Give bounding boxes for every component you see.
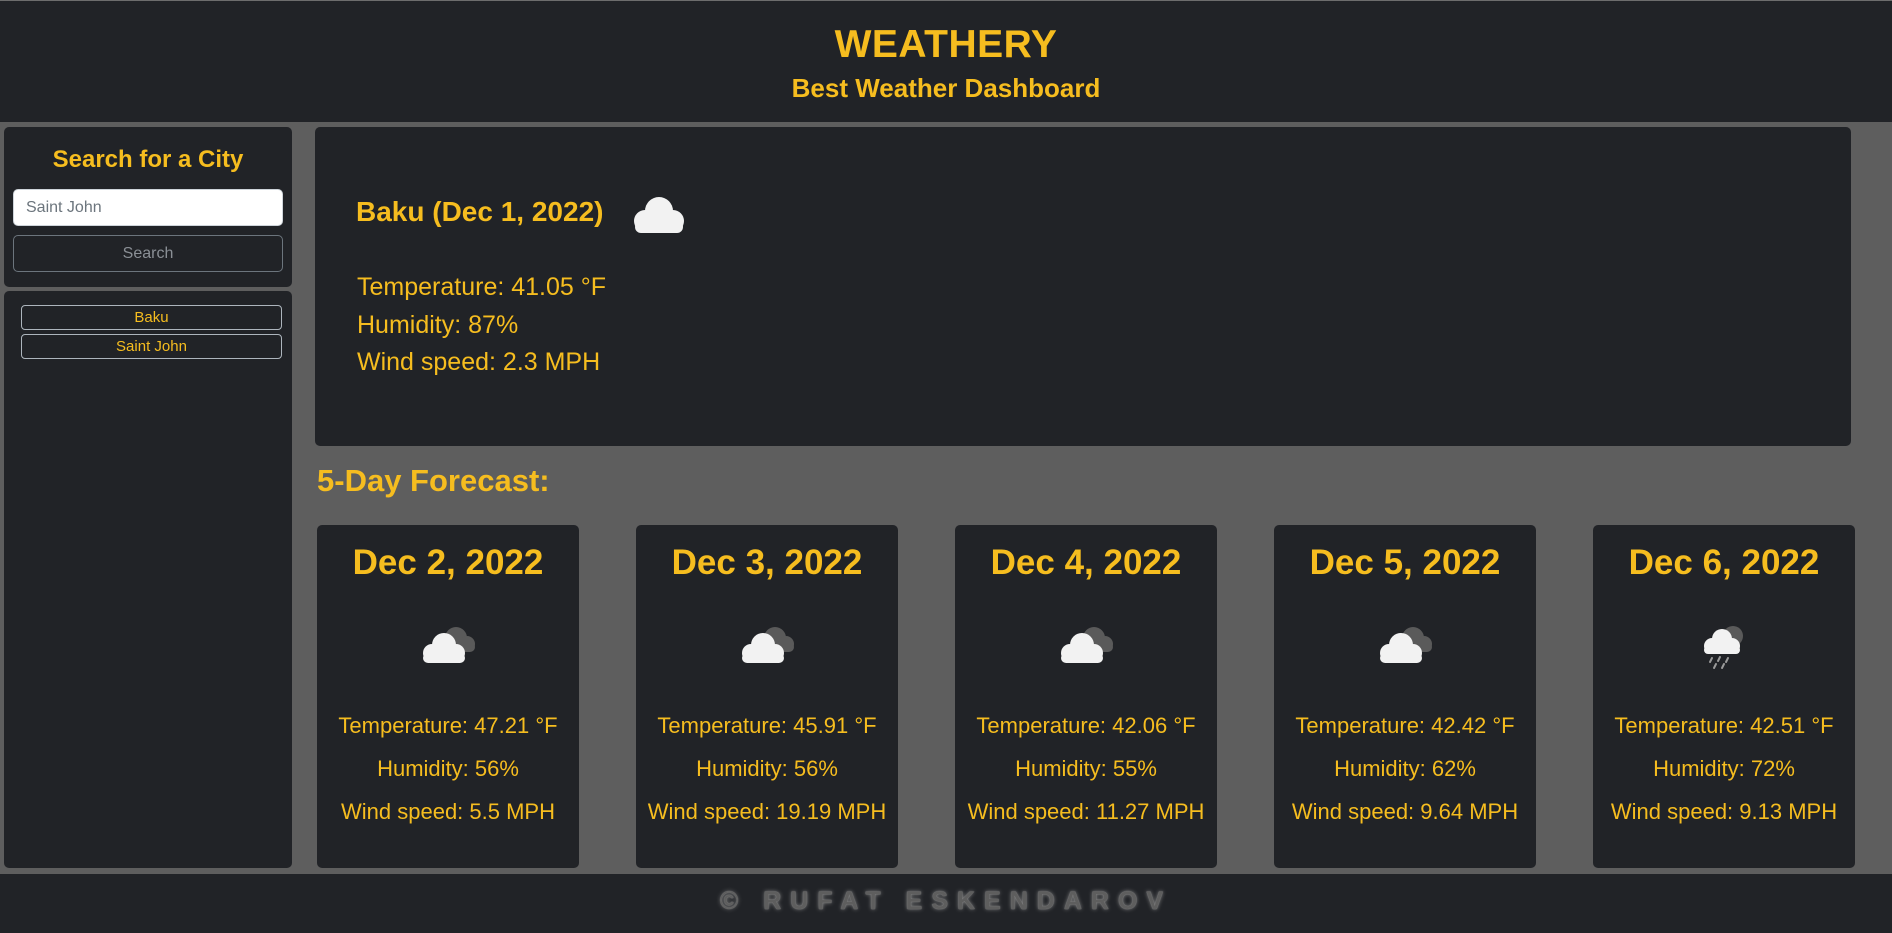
search-history-panel: Baku Saint John: [4, 291, 292, 868]
forecast-date: Dec 4, 2022: [990, 543, 1182, 582]
broken-clouds-icon: [1371, 620, 1441, 675]
forecast-temperature: Temperature: 42.51 °F: [1614, 713, 1834, 738]
forecast-wind-speed: Wind speed: 11.27 MPH: [967, 799, 1205, 824]
app-subtitle: Best Weather Dashboard: [791, 73, 1101, 103]
forecast-humidity: Humidity: 62%: [1334, 756, 1476, 781]
broken-clouds-icon: [733, 620, 803, 675]
history-item-saint-john[interactable]: Saint John: [21, 334, 282, 359]
forecast-card: Dec 4, 2022 Temperature: 42.06 °F Humidi…: [955, 525, 1217, 868]
footer-copyright: © RUFAT ESKENDAROV: [719, 887, 1173, 915]
forecast-humidity: Humidity: 72%: [1653, 756, 1795, 781]
forecast-wind-speed: Wind speed: 5.5 MPH: [341, 799, 555, 824]
forecast-wind-speed: Wind speed: 9.64 MPH: [1291, 799, 1519, 824]
forecast-date: Dec 6, 2022: [1628, 543, 1820, 582]
cloud-icon: [627, 193, 689, 242]
forecast-card: Dec 3, 2022 Temperature: 45.91 °F Humidi…: [636, 525, 898, 868]
city-search-input[interactable]: [13, 189, 283, 226]
current-wind-speed: Wind speed: 2.3 MPH: [357, 348, 601, 376]
forecast-card: Dec 5, 2022 Temperature: 42.42 °F Humidi…: [1274, 525, 1536, 868]
forecast-card: Dec 6, 2022 Temperature: 42.51 °F Humidi…: [1593, 525, 1855, 868]
forecast-card: Dec 2, 2022 Temperature: 47.21 °F Humidi…: [317, 525, 579, 868]
forecast-date: Dec 3, 2022: [671, 543, 863, 582]
forecast-humidity: Humidity: 56%: [377, 756, 519, 781]
forecast-temperature: Temperature: 42.42 °F: [1295, 713, 1515, 738]
app-header: WEATHERY Best Weather Dashboard: [0, 0, 1892, 122]
forecast-wind-speed: Wind speed: 19.19 MPH: [647, 799, 887, 824]
broken-clouds-icon: [414, 620, 484, 675]
forecast-humidity: Humidity: 55%: [1015, 756, 1157, 781]
app-title: WEATHERY: [834, 23, 1058, 66]
search-button[interactable]: Search: [13, 235, 283, 272]
forecast-temperature: Temperature: 45.91 °F: [657, 713, 877, 738]
forecast-date: Dec 5, 2022: [1309, 543, 1501, 582]
forecast-temperature: Temperature: 47.21 °F: [338, 713, 558, 738]
current-city-date: Baku (Dec 1, 2022): [356, 196, 604, 227]
forecast-temperature: Temperature: 42.06 °F: [976, 713, 1196, 738]
search-heading: Search for a City: [52, 146, 244, 173]
page-footer: © RUFAT ESKENDAROV: [0, 874, 1892, 933]
forecast-date: Dec 2, 2022: [352, 543, 544, 582]
forecast-heading: 5-Day Forecast:: [317, 463, 550, 498]
rain-icon: [1696, 620, 1756, 675]
forecast-humidity: Humidity: 56%: [696, 756, 838, 781]
forecast-wind-speed: Wind speed: 9.13 MPH: [1610, 799, 1838, 824]
broken-clouds-icon: [1052, 620, 1122, 675]
current-temperature: Temperature: 41.05 °F: [357, 273, 607, 301]
current-humidity: Humidity: 87%: [357, 311, 519, 339]
history-item-baku[interactable]: Baku: [21, 305, 282, 330]
